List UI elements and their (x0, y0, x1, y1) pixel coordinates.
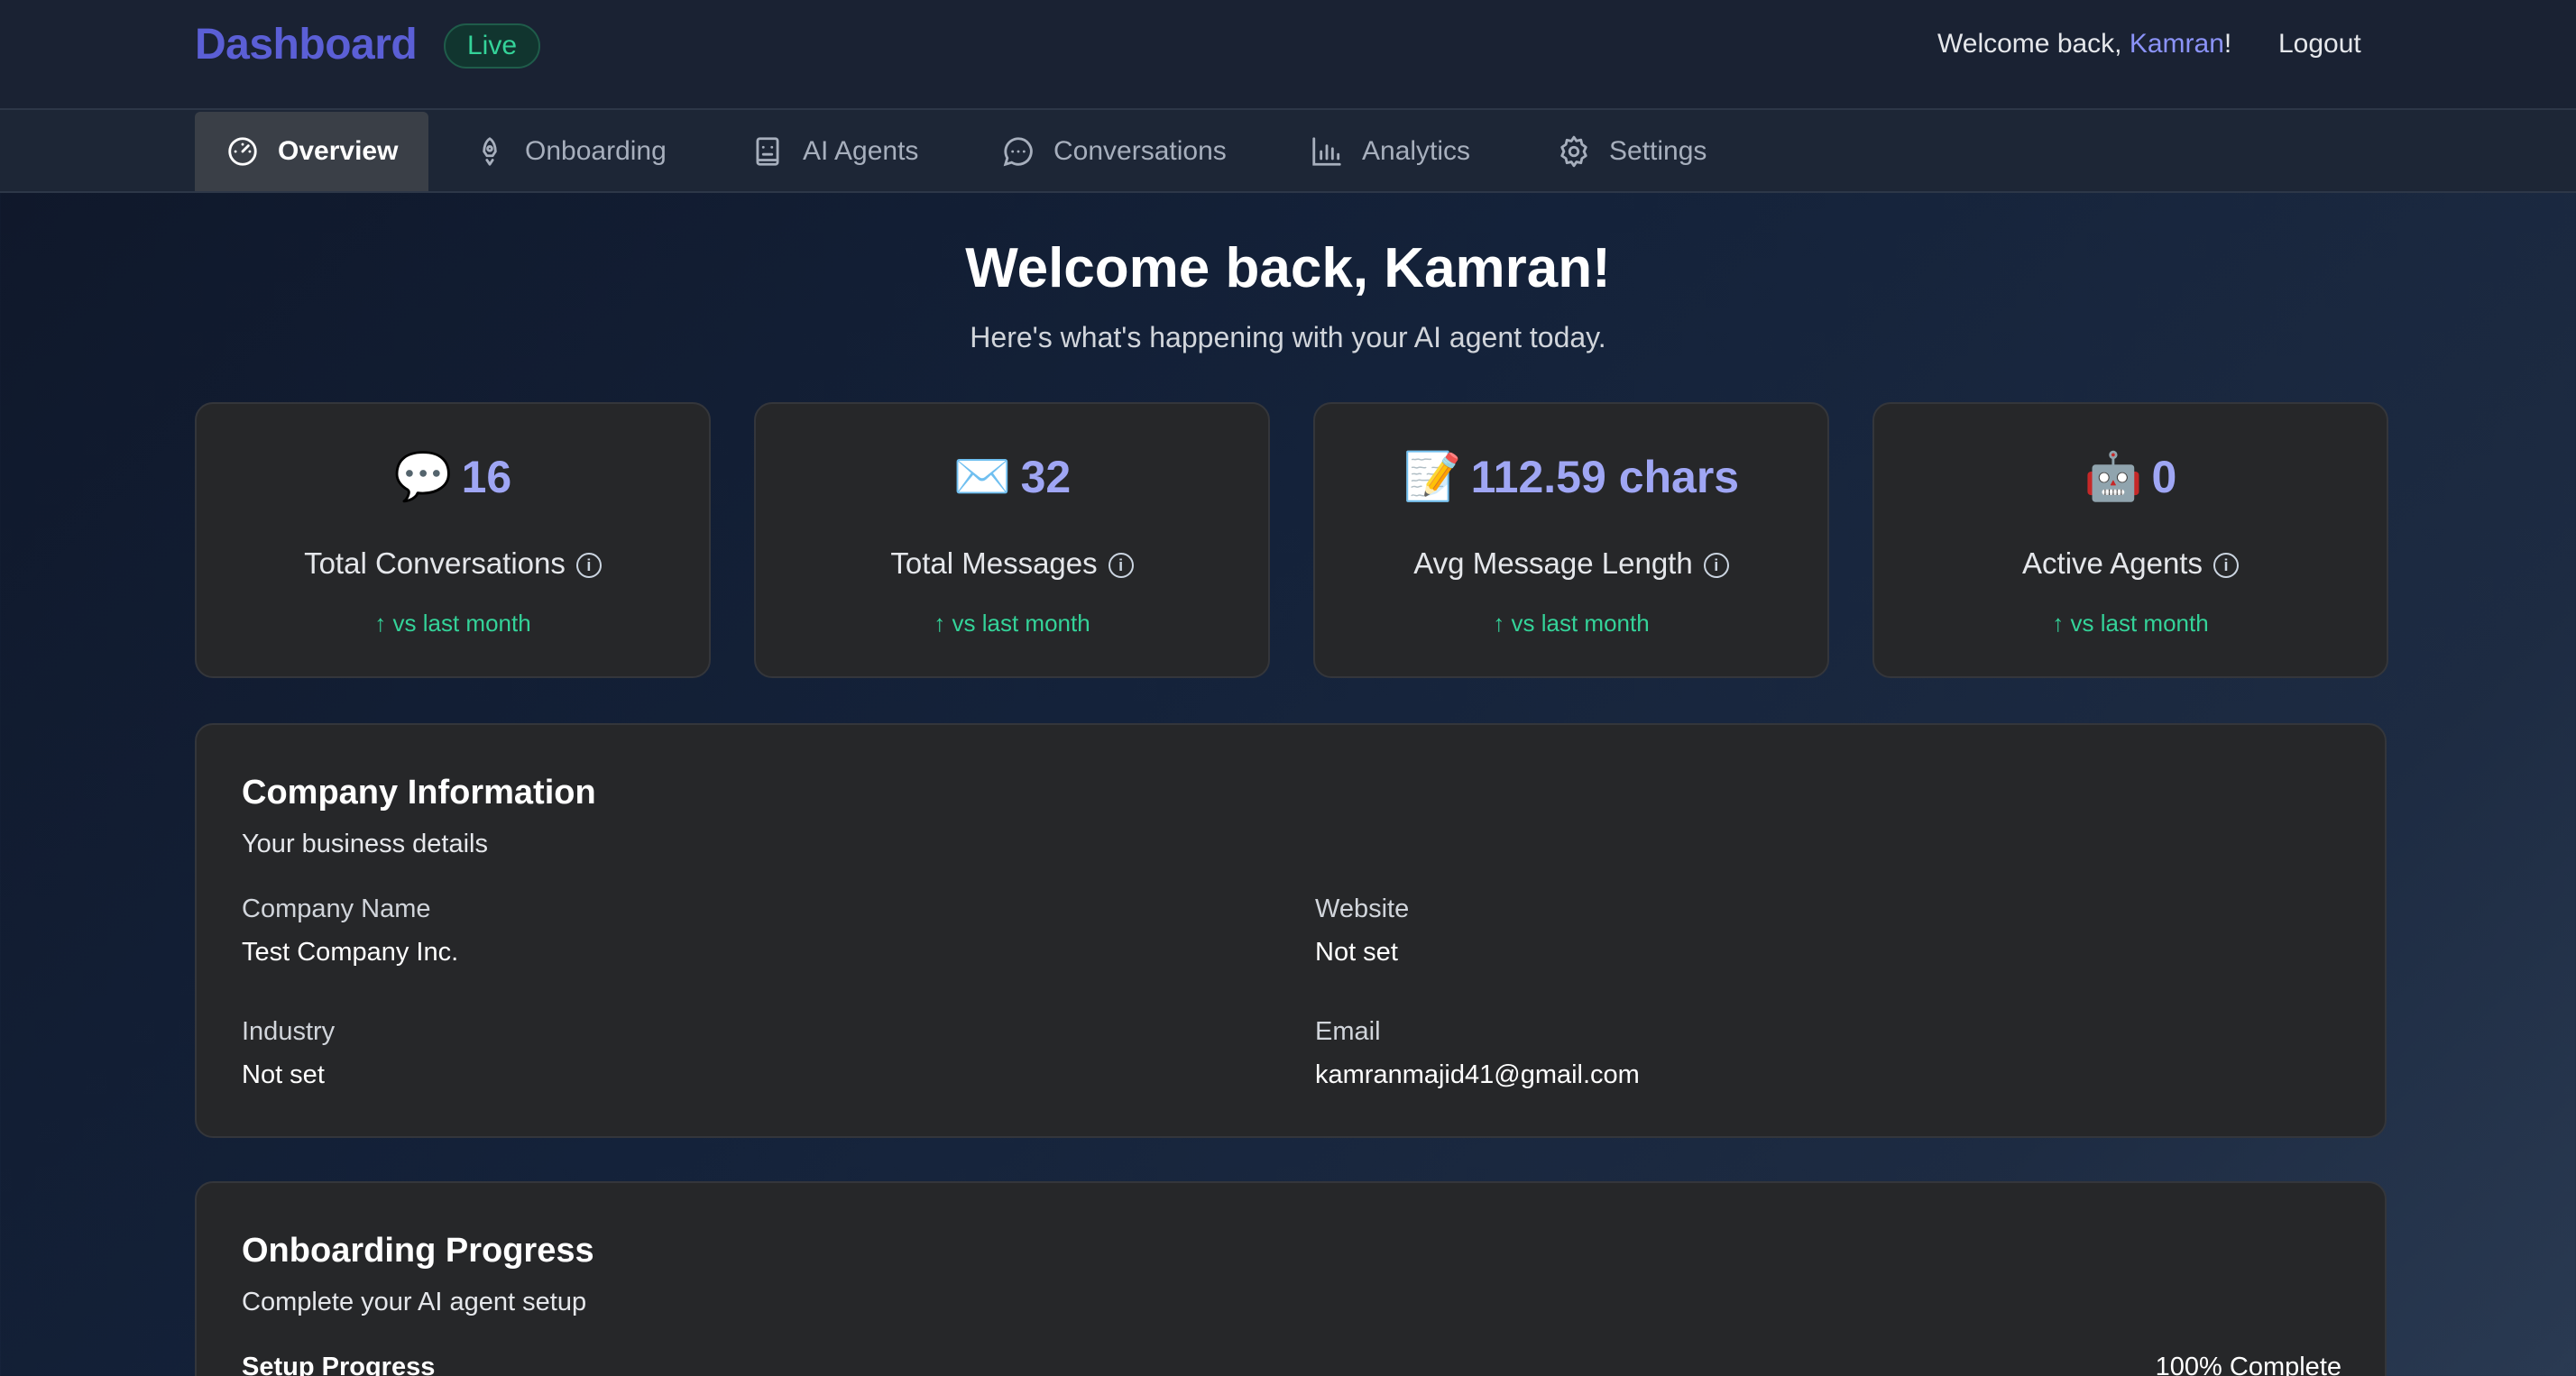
industry-value: Not set (242, 1060, 325, 1089)
stat-card-active-agents: 🤖 0 Active Agents i ↑ vs last month (1872, 402, 2388, 678)
stat-label: Total Messages i (756, 546, 1268, 581)
chat-bubble-icon (1003, 137, 1033, 167)
stat-trend: ↑ vs last month (1493, 610, 1650, 637)
stat-card-avg-length: 📝 112.59 chars Avg Message Length i ↑ vs l… (1313, 402, 1829, 678)
welcome-prefix: Welcome back, (1937, 29, 2130, 59)
stat-label: Avg Message Length i (1315, 546, 1827, 581)
stat-value: 🤖 0 (1874, 449, 2387, 504)
live-status-badge: Live (444, 23, 541, 69)
main-nav: Overview Onboarding AI Agents Conversati… (0, 110, 2576, 193)
email-value: kamranmajid41@gmail.com (1315, 1060, 1640, 1089)
tab-label: Onboarding (525, 136, 667, 166)
info-icon[interactable]: i (1703, 553, 1729, 579)
header-welcome: Welcome back, Kamran! (1937, 29, 2231, 60)
stat-label-text: Active Agents (2022, 546, 2203, 580)
robot-icon: 🤖 (2084, 451, 2143, 503)
rocket-icon (483, 137, 497, 166)
tab-ai-agents[interactable]: AI Agents (720, 112, 949, 191)
company-info-title: Company Information (242, 774, 596, 812)
stat-number: 32 (1020, 452, 1072, 502)
tab-label: AI Agents (803, 136, 919, 166)
stat-label: Active Agents i (1874, 546, 2387, 581)
tab-conversations[interactable]: Conversations (971, 112, 1257, 191)
stat-value: 📝 112.59 chars (1315, 449, 1827, 504)
stat-number: 16 (461, 452, 512, 502)
onboarding-title: Onboarding Progress (242, 1232, 594, 1270)
info-icon[interactable]: i (2213, 553, 2239, 579)
stat-label-text: Total Conversations (304, 546, 566, 580)
industry-label: Industry (242, 1017, 336, 1046)
info-icon[interactable]: i (1108, 553, 1134, 579)
stat-trend: ↑ vs last month (934, 610, 1090, 637)
tab-overview[interactable]: Overview (195, 112, 429, 191)
info-icon[interactable]: i (575, 553, 602, 579)
onboarding-subtitle: Complete your AI agent setup (242, 1288, 587, 1316)
header-username: Kamran (2129, 29, 2224, 59)
website-label: Website (1315, 894, 1410, 923)
tab-label: Overview (278, 136, 399, 166)
onboarding-progress-panel: Onboarding Progress Complete your AI age… (195, 1181, 2387, 1376)
stat-number: 112.59 chars (1470, 452, 1740, 502)
website-value: Not set (1315, 938, 1398, 967)
page-title: Welcome back, Kamran! (965, 237, 1611, 299)
tab-label: Analytics (1362, 136, 1471, 166)
stat-label: Total Conversations i (197, 546, 709, 581)
company-name-value: Test Company Inc. (242, 938, 459, 967)
stat-label-text: Total Messages (890, 546, 1098, 580)
stat-number: 0 (2151, 452, 2177, 502)
setup-progress-label: Setup Progress (242, 1353, 436, 1376)
company-info-subtitle: Your business details (242, 830, 488, 858)
gear-icon (1560, 135, 1587, 168)
stat-card-conversations: 💬 16 Total Conversations i ↑ vs last month (195, 402, 711, 678)
stat-card-messages: ✉️ 32 Total Messages i ↑ vs last month (754, 402, 1270, 678)
welcome-suffix: ! (2223, 29, 2232, 59)
logout-button[interactable]: Logout (2278, 29, 2361, 60)
top-header: Dashboard Live Welcome back, Kamran! Log… (0, 0, 2576, 110)
tab-settings[interactable]: Settings (1526, 112, 1737, 191)
stat-value: 💬 16 (197, 449, 709, 504)
memo-icon: 📝 (1403, 451, 1462, 503)
company-info-panel: Company Information Your business detail… (195, 723, 2387, 1138)
stat-trend: ↑ vs last month (374, 610, 531, 637)
stat-trend: ↑ vs last month (2052, 610, 2209, 637)
bar-chart-icon (1312, 137, 1341, 166)
company-name-label: Company Name (242, 894, 431, 923)
gauge-icon (228, 137, 257, 166)
speech-bubble-icon: 💬 (393, 451, 453, 503)
stat-label-text: Avg Message Length (1413, 546, 1693, 580)
tab-label: Conversations (1053, 136, 1227, 166)
setup-progress-percent: 100% Complete (2155, 1353, 2341, 1376)
envelope-icon: ✉️ (952, 451, 1012, 503)
bot-icon (756, 137, 779, 166)
tab-onboarding[interactable]: Onboarding (442, 112, 697, 191)
page-subtitle: Here's what's happening with your AI age… (970, 321, 1606, 353)
stat-value: ✉️ 32 (756, 449, 1268, 504)
brand-logo[interactable]: Dashboard (195, 20, 418, 69)
tab-label: Settings (1609, 136, 1707, 166)
email-label: Email (1315, 1017, 1381, 1046)
tab-analytics[interactable]: Analytics (1279, 112, 1501, 191)
